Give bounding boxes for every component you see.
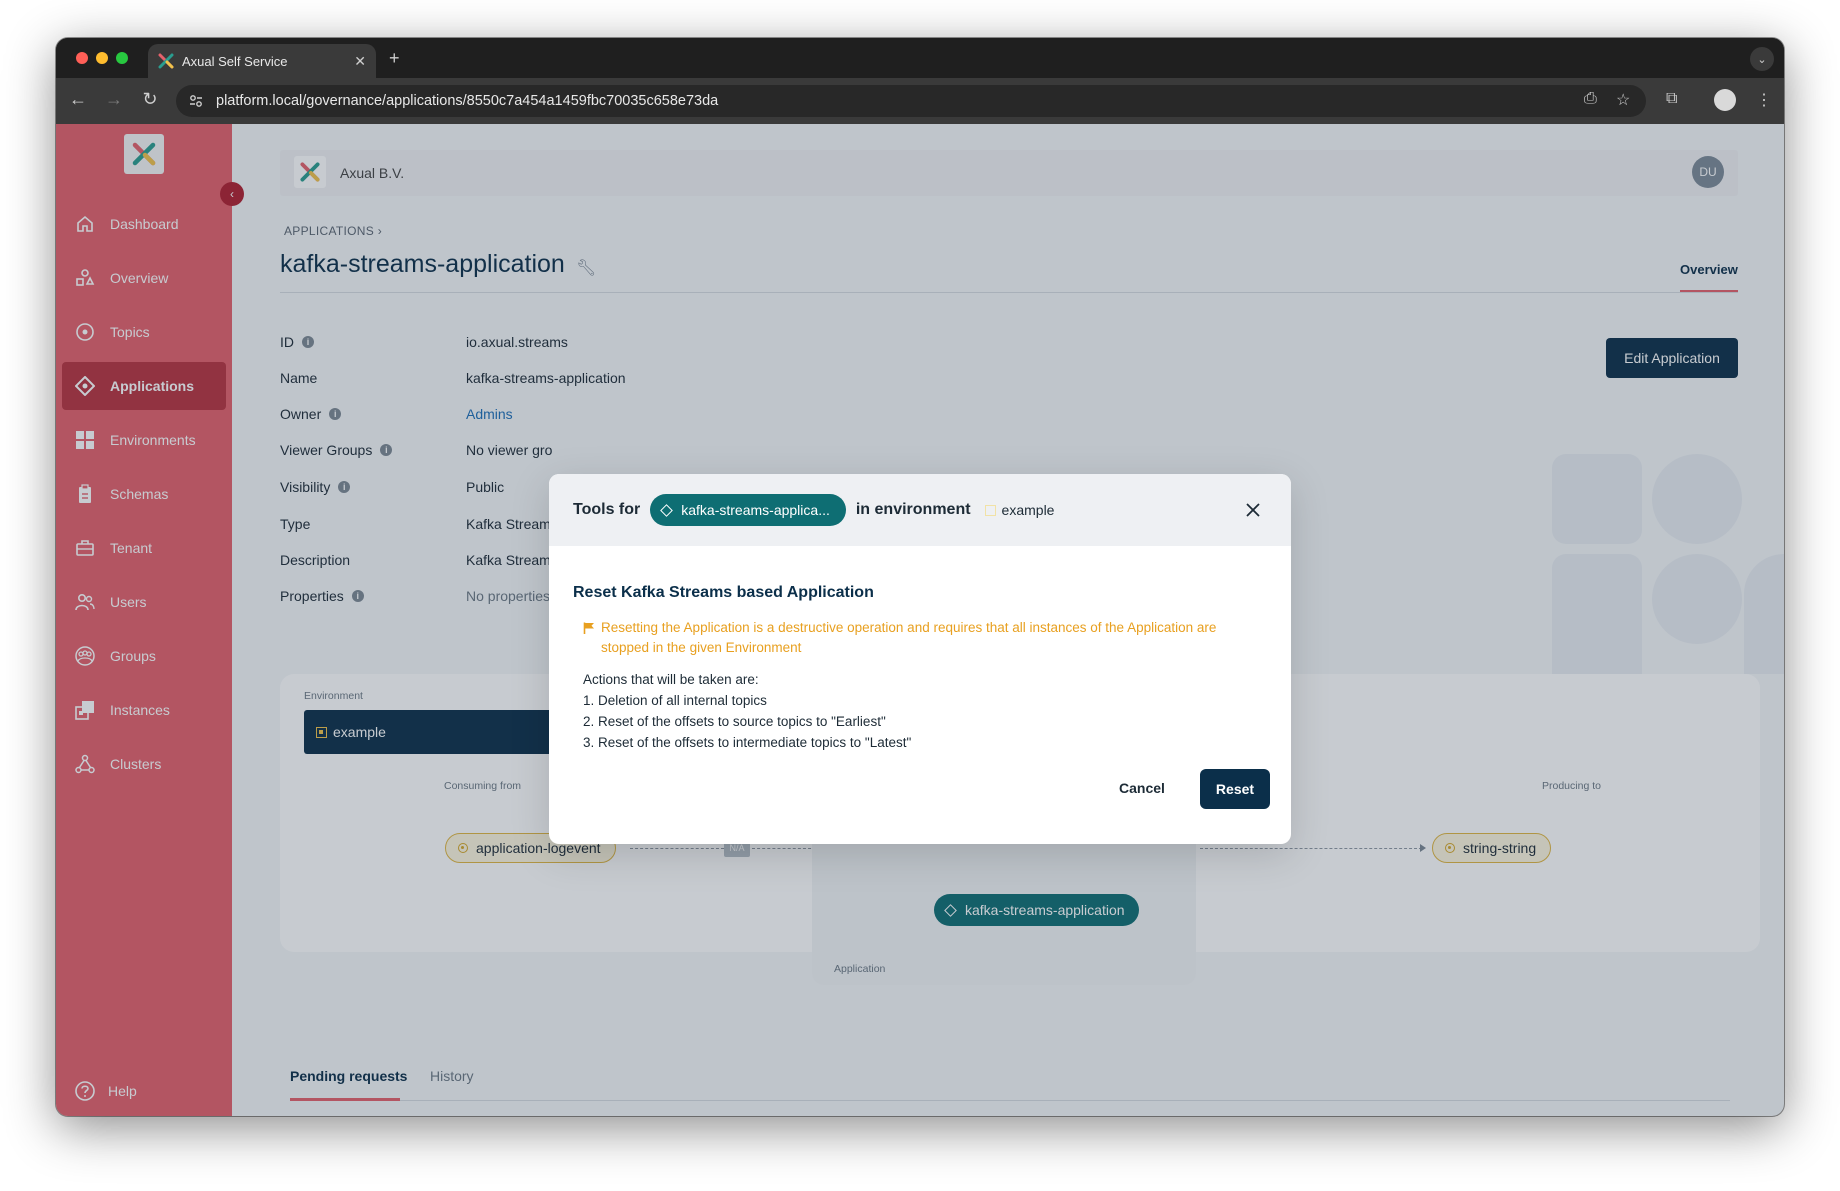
cancel-button[interactable]: Cancel bbox=[1119, 780, 1165, 796]
action-item: 2. Reset of the offsets to source topics… bbox=[583, 714, 886, 729]
action-item: 1. Deletion of all internal topics bbox=[583, 693, 767, 708]
warning-text: Resetting the Application is a destructi… bbox=[601, 620, 1217, 655]
dialog-app-chip-label: kafka-streams-applica... bbox=[681, 502, 830, 518]
bookmark-star-icon[interactable]: ☆ bbox=[1616, 90, 1630, 110]
flag-icon bbox=[583, 622, 594, 634]
site-settings-icon[interactable] bbox=[188, 93, 204, 109]
install-app-icon[interactable]: ⎙ bbox=[1584, 90, 1597, 108]
actions-list: Actions that will be taken are: 1. Delet… bbox=[583, 669, 911, 753]
action-item: 3. Reset of the offsets to intermediate … bbox=[583, 735, 912, 750]
close-icon[interactable] bbox=[1243, 500, 1263, 520]
maximize-window-button[interactable] bbox=[116, 52, 128, 64]
environment-icon bbox=[984, 504, 996, 516]
address-bar[interactable]: platform.local/governance/applications/8… bbox=[176, 85, 1646, 117]
tab-title: Axual Self Service bbox=[182, 53, 288, 69]
browser-tab[interactable]: Axual Self Service ✕ bbox=[148, 44, 376, 78]
app-viewport: Dashboard Overview Topics Applications E… bbox=[56, 124, 1784, 1116]
warning-message: Resetting the Application is a destructi… bbox=[583, 618, 1263, 658]
reset-application-dialog: Tools for kafka-streams-applica... in en… bbox=[549, 474, 1291, 844]
actions-intro: Actions that will be taken are: bbox=[583, 672, 759, 687]
tools-for-text: Tools for bbox=[573, 501, 641, 518]
tab-close-icon[interactable]: ✕ bbox=[354, 53, 366, 70]
extensions-icon[interactable]: ⧉ bbox=[1666, 90, 1677, 108]
reload-icon[interactable]: ↻ bbox=[138, 89, 162, 110]
profile-avatar[interactable] bbox=[1714, 89, 1736, 111]
browser-toolbar: ← → ↻ platform.local/governance/applicat… bbox=[56, 78, 1784, 124]
tab-search-icon[interactable]: ⌄ bbox=[1750, 47, 1774, 71]
url-text: platform.local/governance/applications/8… bbox=[216, 93, 719, 109]
browser-menu-icon[interactable]: ⋮ bbox=[1756, 90, 1772, 110]
dialog-title: Reset Kafka Streams based Application bbox=[573, 584, 874, 601]
minimize-window-button[interactable] bbox=[96, 52, 108, 64]
in-environment-text: in environment bbox=[855, 501, 971, 518]
forward-icon[interactable]: → bbox=[102, 89, 126, 110]
back-icon[interactable]: ← bbox=[66, 89, 90, 110]
dialog-environment-chip: example bbox=[984, 502, 1055, 518]
tab-strip: Axual Self Service ✕ + ⌄ bbox=[56, 38, 1784, 78]
dialog-environment-label: example bbox=[1001, 502, 1055, 518]
new-tab-button[interactable]: + bbox=[389, 48, 400, 69]
reset-button[interactable]: Reset bbox=[1200, 769, 1270, 809]
dialog-header: Tools for kafka-streams-applica... in en… bbox=[549, 474, 1291, 546]
diamond-icon bbox=[660, 503, 674, 517]
browser-window: Axual Self Service ✕ + ⌄ ← → ↻ platform.… bbox=[56, 38, 1784, 1116]
close-window-button[interactable] bbox=[76, 52, 88, 64]
dialog-app-chip: kafka-streams-applica... bbox=[650, 494, 846, 526]
axual-favicon-icon bbox=[158, 53, 174, 69]
